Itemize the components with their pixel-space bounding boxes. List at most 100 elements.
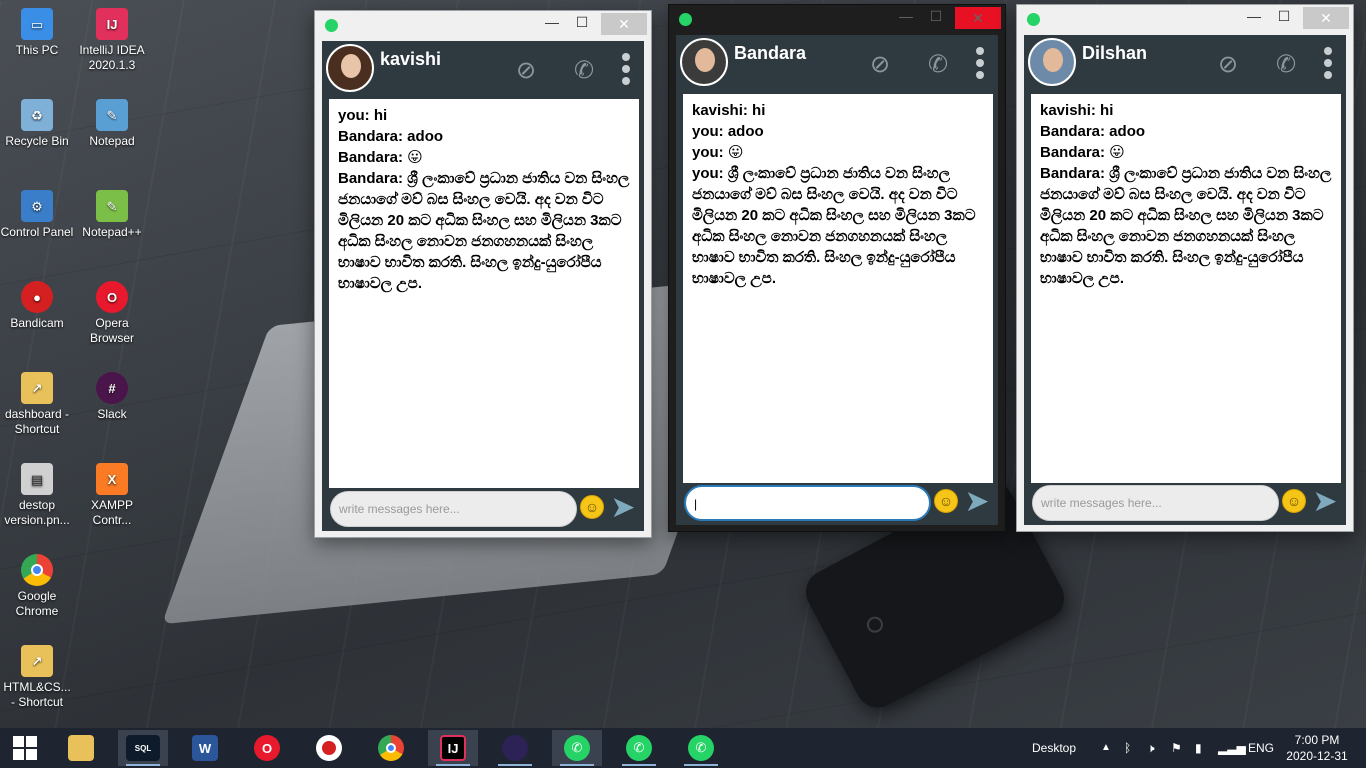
desktop-icon-slack[interactable]: # Slack	[75, 372, 149, 422]
desktop-icon-label: XAMPP Contr...	[90, 498, 133, 527]
chat-header: Bandara ⊘ ✆	[676, 35, 998, 95]
message-list: you: hi Bandara: adoo Bandara: 😛 Bandara…	[328, 98, 640, 489]
taskbar-eclipse[interactable]	[490, 730, 540, 766]
opera-icon: O	[254, 735, 280, 761]
emoji-icon[interactable]: ☺	[580, 495, 604, 519]
desktop-icon-xampp[interactable]: X XAMPP Contr...	[75, 463, 149, 528]
emoji-icon[interactable]: ☺	[934, 489, 958, 513]
message: kavishi: hi	[1040, 102, 1114, 119]
chat-panel: Dilshan ⊘ ✆ kavishi: hi Bandara: adoo Ba…	[1024, 35, 1346, 525]
more-options-icon[interactable]	[1323, 47, 1333, 83]
contact-name: Dilshan	[1082, 43, 1148, 63]
message-input[interactable]: |	[684, 485, 931, 521]
window-titlebar[interactable]: — ☐ ✕	[315, 11, 651, 41]
minimize-button[interactable]: —	[1239, 5, 1269, 29]
chevron-up-icon[interactable]: ▲	[1101, 728, 1111, 768]
desktop-icon-bandicam[interactable]: ● Bandicam	[0, 281, 74, 331]
slack-icon: #	[96, 372, 128, 404]
minimize-button[interactable]: —	[537, 11, 567, 35]
message: kavishi: hi	[692, 102, 766, 119]
avatar	[326, 44, 374, 92]
bandicam-icon	[316, 735, 342, 761]
emoji-icon[interactable]: ☺	[1282, 489, 1306, 513]
chat-header: kavishi ⊘ ✆	[322, 41, 644, 101]
phone-call-icon[interactable]: ✆	[565, 55, 603, 87]
message: Bandara: adoo	[1040, 123, 1146, 140]
window-titlebar[interactable]: — ☐ ✕	[1017, 5, 1353, 35]
maximize-button[interactable]: ☐	[1269, 5, 1299, 29]
taskbar-whatsapp-3[interactable]: ✆	[676, 730, 726, 766]
taskbar-whatsapp-1[interactable]: ✆	[552, 730, 602, 766]
more-options-icon[interactable]	[621, 53, 631, 89]
message: Bandara: ශ්‍රී ලංකාවේ ප්‍රධාන ජාතිය වන ස…	[1040, 165, 1332, 287]
bluetooth-icon[interactable]: ᛒ	[1124, 728, 1131, 768]
message: Bandara: 😛	[1040, 144, 1125, 161]
video-off-icon[interactable]: ⊘	[861, 49, 899, 81]
taskbar-bandicam[interactable]	[304, 730, 354, 766]
maximize-button[interactable]: ☐	[921, 5, 951, 29]
taskbar-file-explorer[interactable]	[56, 730, 106, 766]
window-titlebar[interactable]: — ☐ ✕	[669, 5, 1005, 35]
desktop-icon-label: Notepad	[89, 134, 135, 148]
language-indicator[interactable]: ENG	[1248, 728, 1274, 768]
taskbar-word[interactable]: W	[180, 730, 230, 766]
close-button[interactable]: ✕	[1303, 7, 1349, 29]
network-icon[interactable]: ▂▃▅	[1218, 728, 1246, 768]
clock-date: 2020-12-31	[1286, 749, 1348, 763]
desktop-icon-dashboard-shortcut[interactable]: ↗ dashboard - Shortcut	[0, 372, 74, 437]
whatsapp-icon: ✆	[688, 735, 714, 761]
taskbar: SQL W O IJ ✆ ✆ ✆ Desktop ▲ ᛒ 🕨 ⚑ ▮ ▂▃▅ E…	[0, 728, 1366, 768]
message: you: 😛	[692, 144, 744, 161]
video-off-icon[interactable]: ⊘	[1209, 49, 1247, 81]
desktop-icon-chrome[interactable]: Google Chrome	[0, 554, 74, 619]
maximize-button[interactable]: ☐	[567, 11, 597, 35]
taskbar-chrome[interactable]	[366, 730, 416, 766]
whatsapp-icon: ✆	[626, 735, 652, 761]
taskbar-opera[interactable]: O	[242, 730, 292, 766]
desktop-icon-opera[interactable]: O Opera Browser	[75, 281, 149, 346]
composer: write messages here... ☺ ➤	[1032, 485, 1342, 521]
taskbar-intellij[interactable]: IJ	[428, 730, 478, 766]
taskbar-mysql[interactable]: SQL	[118, 730, 168, 766]
send-icon[interactable]: ➤	[960, 485, 994, 519]
folder-shortcut-icon: ↗	[21, 645, 53, 677]
desktop-icon-label: IntelliJ IDEA 2020.1.3	[79, 43, 145, 72]
video-off-icon[interactable]: ⊘	[507, 55, 545, 87]
composer: | ☺ ➤	[684, 485, 994, 521]
clock[interactable]: 7:00 PM 2020-12-31	[1282, 732, 1352, 764]
desktop-icon-notepadpp[interactable]: ✎ Notepad++	[75, 190, 149, 240]
notepadpp-icon: ✎	[96, 190, 128, 222]
desktop-icon-recycle-bin[interactable]: ♻ Recycle Bin	[0, 99, 74, 149]
avatar	[680, 38, 728, 86]
close-button[interactable]: ✕	[601, 13, 647, 35]
desktop-icon-this-pc[interactable]: ▭ This PC	[0, 8, 74, 58]
send-icon[interactable]: ➤	[1308, 485, 1342, 519]
volume-icon[interactable]: 🕨	[1147, 728, 1155, 768]
desktop-icon-destop-version[interactable]: ▤ destop version.pn...	[0, 463, 74, 528]
opera-icon: O	[96, 281, 128, 313]
recycle-bin-icon: ♻	[21, 99, 53, 131]
more-options-icon[interactable]	[975, 47, 985, 83]
flag-icon[interactable]: ⚑	[1171, 728, 1182, 768]
desktop-icon-intellij[interactable]: IJ IntelliJ IDEA 2020.1.3	[75, 8, 149, 73]
desktop-toolbar-label[interactable]: Desktop	[1032, 728, 1076, 768]
desktop-icon-control-panel[interactable]: ⚙ Control Panel	[0, 190, 74, 240]
desktop-icon-label: Slack	[97, 407, 127, 421]
message: Bandara: ශ්‍රී ලංකාවේ ප්‍රධාන ජාතිය වන ස…	[338, 170, 630, 292]
phone-call-icon[interactable]: ✆	[919, 49, 957, 81]
close-button[interactable]: ✕	[955, 7, 1001, 29]
minimize-button[interactable]: —	[891, 5, 921, 29]
whatsapp-icon	[1027, 13, 1040, 26]
chat-window-bandara: — ☐ ✕ Bandara ⊘ ✆ kavishi: hi you: adoo …	[668, 4, 1006, 532]
desktop-icon-label: dashboard - Shortcut	[4, 407, 70, 436]
send-icon[interactable]: ➤	[606, 491, 640, 525]
phone-call-icon[interactable]: ✆	[1267, 49, 1305, 81]
message-input[interactable]: write messages here...	[330, 491, 577, 527]
desktop-icon-html-shortcut[interactable]: ↗ HTML&CS... - Shortcut	[0, 645, 74, 710]
message-input[interactable]: write messages here...	[1032, 485, 1279, 521]
start-button[interactable]	[0, 730, 50, 766]
battery-icon[interactable]: ▮	[1195, 728, 1202, 768]
desktop-icon-notepad[interactable]: ✎ Notepad	[75, 99, 149, 149]
intellij-icon: IJ	[96, 8, 128, 40]
taskbar-whatsapp-2[interactable]: ✆	[614, 730, 664, 766]
